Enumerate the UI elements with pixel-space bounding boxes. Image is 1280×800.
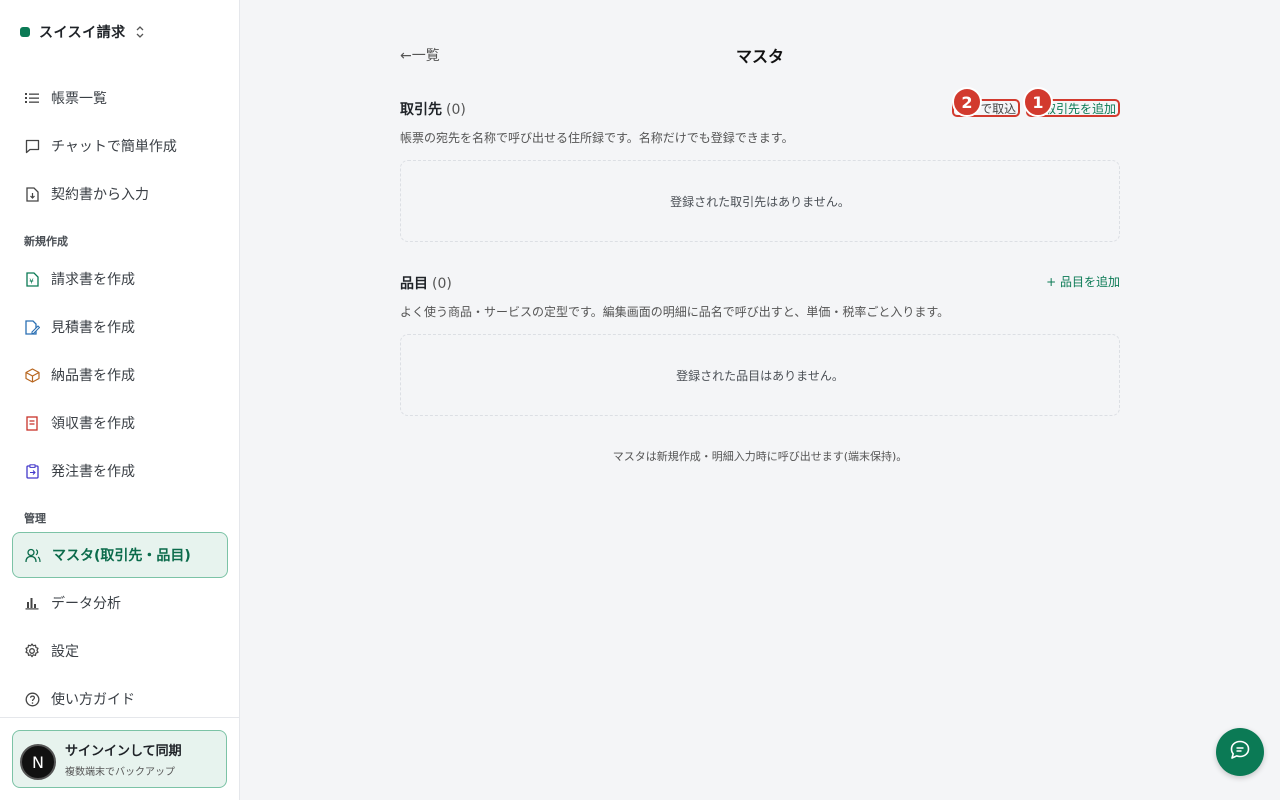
- items-empty-text: 登録された品目はありません。: [676, 368, 844, 383]
- section-label-create: 新規作成: [24, 235, 68, 248]
- clients-empty-state: 登録された取引先はありません。: [400, 160, 1120, 242]
- items-header: 品目 (0) + 品目を追加: [400, 273, 1120, 295]
- items-title: 品目: [400, 276, 428, 292]
- sidebar-item-label: 領収書を作成: [51, 416, 135, 432]
- chat-bubble-icon: [1229, 739, 1251, 765]
- footnote: マスタは新規作成・明細入力時に呼び出せます(端末保持)。: [612, 450, 908, 463]
- receipt-icon: [24, 415, 40, 431]
- chat-fab-button[interactable]: [1216, 728, 1264, 776]
- sidebar-item-settings[interactable]: 設定: [12, 629, 228, 673]
- sidebar-item-label: データ分析: [51, 596, 121, 612]
- page-title: マスタ: [735, 47, 784, 66]
- svg-text:¥: ¥: [29, 277, 34, 285]
- items-actions: + 品目を追加: [1046, 273, 1120, 290]
- annotation-badge-1: 1: [1023, 87, 1053, 117]
- items-empty-state: 登録された品目はありません。: [400, 334, 1120, 416]
- sidebar-item-create-delivery[interactable]: 納品書を作成: [12, 353, 228, 397]
- sidebar-item-label: 納品書を作成: [51, 368, 135, 384]
- sidebar-item-label: 使い方ガイド: [51, 692, 135, 708]
- sidebar-divider: [0, 717, 239, 718]
- brand-logo-icon: [20, 27, 30, 37]
- sidebar-item-analytics[interactable]: データ分析: [12, 581, 228, 625]
- users-icon: [25, 547, 41, 563]
- sidebar-item-create-quote[interactable]: 見積書を作成: [12, 305, 228, 349]
- quote-icon: [24, 319, 40, 335]
- clients-section: 取引先 (0) CSVで取込 + 取引先を追加 帳票の宛先を名称で呼び出せる住所録…: [400, 99, 1120, 242]
- sidebar-item-label: マスタ(取引先・品目): [52, 548, 191, 564]
- chat-icon: [24, 138, 40, 154]
- clients-description: 帳票の宛先を名称で呼び出せる住所録です。名称だけでも登録できます。: [400, 131, 794, 145]
- items-section: 品目 (0) + 品目を追加 よく使う商品・サービスの定型です。編集画面の明細に品…: [400, 273, 1120, 416]
- section-label-manage: 管理: [24, 512, 46, 525]
- workspace-switcher[interactable]: スイスイ請求: [20, 22, 144, 42]
- items-count: (0): [432, 276, 452, 292]
- annotation-badge-2: 2: [952, 87, 982, 117]
- signin-text: サインインして同期 複数端末でバックアップ: [65, 740, 182, 778]
- sidebar-item-master[interactable]: マスタ(取引先・品目): [12, 532, 228, 578]
- file-import-icon: [24, 186, 40, 202]
- signin-title: サインインして同期: [65, 744, 182, 759]
- sidebar-item-label: 帳票一覧: [51, 91, 107, 107]
- sidebar-item-label: 請求書を作成: [51, 272, 135, 288]
- avatar[interactable]: N: [20, 744, 56, 780]
- sidebar-item-chat-create[interactable]: チャットで簡単作成: [12, 124, 228, 168]
- sidebar-item-label: 見積書を作成: [51, 320, 135, 336]
- sidebar-item-create-order[interactable]: 発注書を作成: [12, 449, 228, 493]
- clients-count: (0): [446, 102, 466, 118]
- sidebar-item-create-receipt[interactable]: 領収書を作成: [12, 401, 228, 445]
- sidebar-item-create-invoice[interactable]: ¥ 請求書を作成: [12, 257, 228, 301]
- signin-subtitle: 複数端末でバックアップ: [65, 767, 175, 778]
- order-icon: [24, 463, 40, 479]
- bar-chart-icon: [24, 595, 40, 611]
- sidebar-item-guide[interactable]: 使い方ガイド: [12, 677, 228, 721]
- sidebar-item-documents[interactable]: 帳票一覧: [12, 76, 228, 120]
- page-header: ←一覧 マスタ: [400, 40, 1120, 68]
- sidebar-item-contract-import[interactable]: 契約書から入力: [12, 172, 228, 216]
- clients-header: 取引先 (0) CSVで取込 + 取引先を追加: [400, 99, 1120, 121]
- brand-name: スイスイ請求: [39, 25, 126, 41]
- chevron-updown-icon: [136, 26, 144, 38]
- clients-title: 取引先: [400, 102, 442, 118]
- gear-icon: [24, 643, 40, 659]
- list-icon: [24, 90, 40, 106]
- box-icon: [24, 367, 40, 383]
- sidebar: スイスイ請求 帳票一覧 チャットで簡単作成 契約書から入力 新規作成 ¥ 請求書…: [0, 0, 240, 800]
- add-item-button[interactable]: + 品目を追加: [1046, 273, 1120, 290]
- sidebar-item-label: 設定: [51, 644, 79, 660]
- invoice-icon: ¥: [24, 271, 40, 287]
- help-icon: [24, 691, 40, 707]
- sidebar-item-label: 契約書から入力: [51, 187, 149, 203]
- sidebar-item-label: チャットで簡単作成: [51, 139, 177, 155]
- clients-empty-text: 登録された取引先はありません。: [670, 194, 850, 209]
- sidebar-item-label: 発注書を作成: [51, 464, 135, 480]
- items-description: よく使う商品・サービスの定型です。編集画面の明細に品名で呼び出すと、単価・税率ご…: [400, 305, 950, 319]
